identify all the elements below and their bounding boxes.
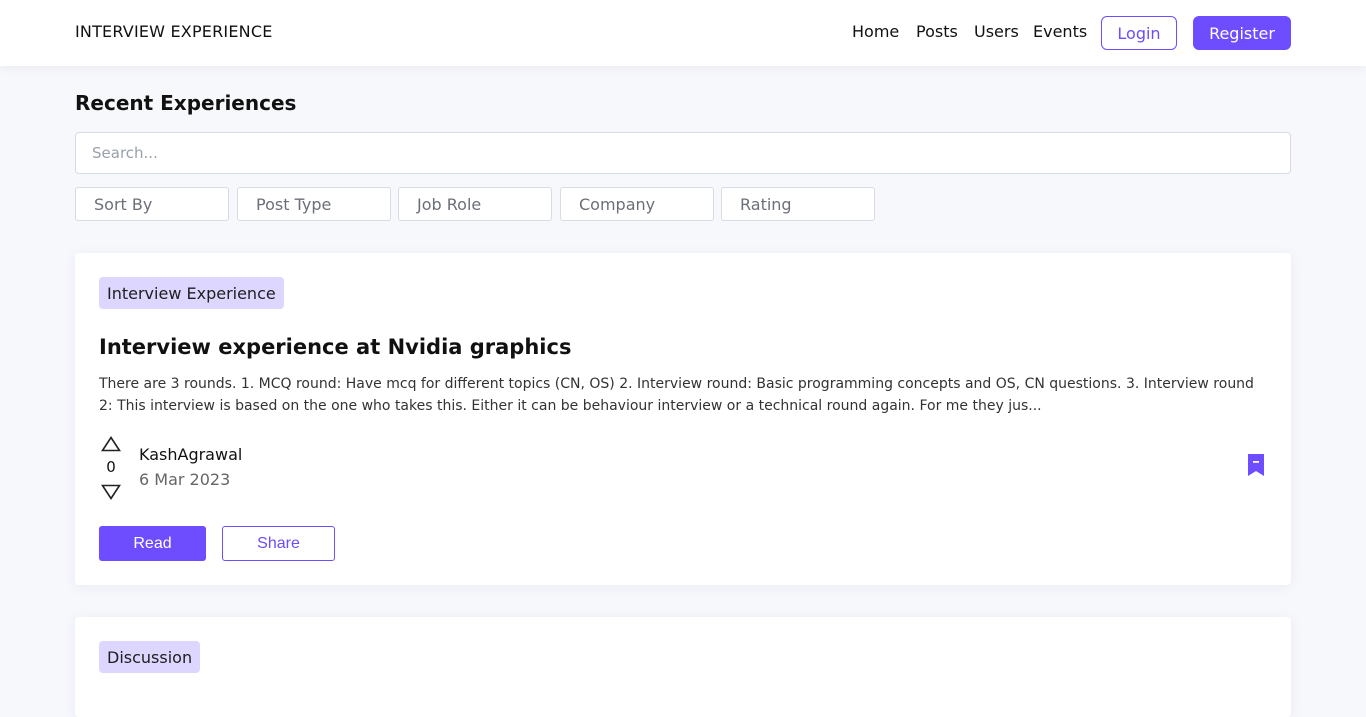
nav-posts-link[interactable]: Posts — [916, 22, 958, 41]
post-card: Discussion — [75, 617, 1291, 717]
login-button[interactable]: Login — [1101, 16, 1177, 50]
post-date: 6 Mar 2023 — [139, 470, 231, 489]
rating-filter[interactable]: Rating — [721, 187, 875, 221]
company-filter[interactable]: Company — [560, 187, 714, 221]
nav-users-link[interactable]: Users — [974, 22, 1019, 41]
vote-count: 0 — [106, 458, 116, 476]
author-name[interactable]: KashAgrawal — [139, 445, 242, 464]
post-type-filter[interactable]: Post Type — [237, 187, 391, 221]
read-button[interactable]: Read — [99, 526, 206, 561]
nav-events-link[interactable]: Events — [1033, 22, 1087, 41]
brand-logo[interactable]: INTERVIEW EXPERIENCE — [75, 22, 273, 41]
navbar: INTERVIEW EXPERIENCE Home Posts Users Ev… — [0, 0, 1366, 66]
post-excerpt: There are 3 rounds. 1. MCQ round: Have m… — [99, 376, 1254, 414]
post-type-badge: Discussion — [99, 641, 201, 673]
post-title[interactable]: Interview experience at Nvidia graphics — [99, 335, 571, 359]
page-title: Recent Experiences — [75, 91, 297, 115]
search-input[interactable] — [75, 132, 1291, 174]
bookmark-icon[interactable] — [1247, 453, 1265, 481]
job-role-filter[interactable]: Job Role — [398, 187, 552, 221]
share-button[interactable]: Share — [222, 526, 335, 561]
post-type-badge: Interview Experience — [99, 277, 284, 309]
sort-by-filter[interactable]: Sort By — [75, 187, 229, 221]
upvote-icon[interactable] — [101, 436, 121, 456]
register-button[interactable]: Register — [1193, 16, 1291, 50]
vote-widget: 0 — [99, 436, 123, 502]
post-card: Interview Experience Interview experienc… — [75, 253, 1291, 585]
nav-home-link[interactable]: Home — [852, 22, 899, 41]
downvote-icon[interactable] — [101, 484, 121, 504]
